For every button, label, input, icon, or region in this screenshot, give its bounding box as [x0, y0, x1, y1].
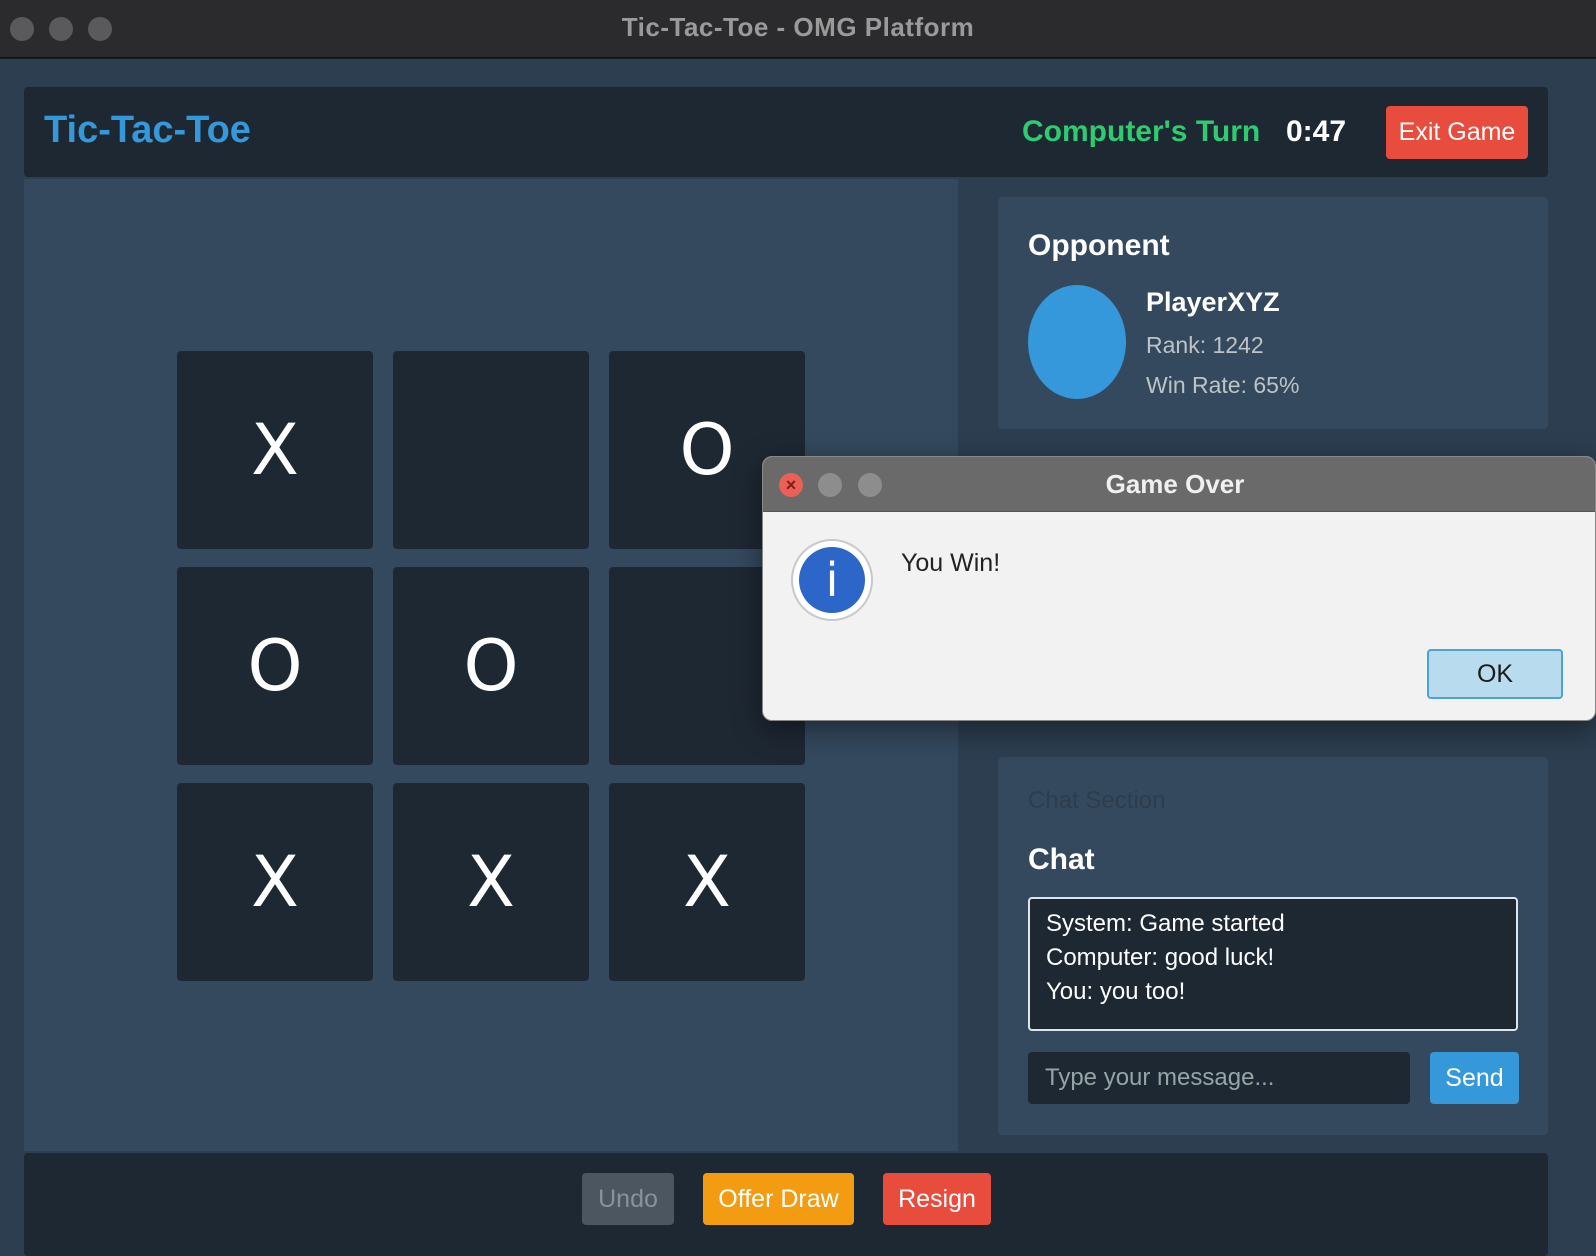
- opponent-name: PlayerXYZ: [1146, 287, 1280, 317]
- opponent-heading: Opponent: [1028, 229, 1170, 262]
- offer-draw-button[interactable]: Offer Draw: [703, 1173, 854, 1225]
- ok-button[interactable]: OK: [1427, 649, 1563, 699]
- chat-panel: Chat Section Chat System: Game started C…: [998, 757, 1548, 1135]
- turn-timer: 0:47: [1286, 115, 1347, 148]
- chat-message: Computer: good luck!: [1046, 944, 1275, 971]
- send-button[interactable]: Send: [1430, 1052, 1519, 1104]
- chat-section-label: Chat Section: [1028, 787, 1166, 814]
- opponent-avatar: [1028, 285, 1126, 399]
- resign-button[interactable]: Resign: [883, 1173, 991, 1225]
- chat-message: System: Game started: [1046, 910, 1285, 937]
- game-header: Tic-Tac-Toe Computer's Turn 0:47 Exit Ga…: [24, 87, 1548, 177]
- window-title: Tic-Tac-Toe - OMG Platform: [621, 12, 975, 42]
- board-cell[interactable]: X: [393, 783, 589, 981]
- info-icon: i: [791, 539, 873, 621]
- board-cell[interactable]: O: [177, 567, 373, 765]
- opponent-panel: Opponent PlayerXYZ Rank: 1242 Win Rate: …: [998, 197, 1548, 429]
- chat-message-input[interactable]: [1028, 1052, 1410, 1104]
- board-cell[interactable]: O: [393, 567, 589, 765]
- game-title: Tic-Tac-Toe: [44, 109, 251, 151]
- undo-button[interactable]: Undo: [582, 1173, 674, 1225]
- game-over-dialog: × Game Over i You Win! OK: [762, 456, 1596, 721]
- info-icon-glyph: i: [799, 547, 865, 613]
- opponent-win-rate: Win Rate: 65%: [1146, 372, 1300, 398]
- chat-message: You: you too!: [1046, 978, 1186, 1005]
- chat-heading: Chat: [1028, 843, 1095, 876]
- exit-game-button[interactable]: Exit Game: [1386, 106, 1528, 159]
- chat-log[interactable]: System: Game started Computer: good luck…: [1028, 897, 1518, 1031]
- board-cell[interactable]: X: [177, 783, 373, 981]
- game-controls-bar: Undo Offer Draw Resign: [24, 1153, 1548, 1256]
- dialog-title: Game Over: [1105, 469, 1245, 499]
- turn-status: Computer's Turn: [1022, 115, 1261, 148]
- window-titlebar: Tic-Tac-Toe - OMG Platform: [0, 0, 1596, 58]
- dialog-message: You Win!: [901, 549, 1001, 577]
- opponent-rank: Rank: 1242: [1146, 332, 1264, 358]
- board-cell[interactable]: [393, 351, 589, 549]
- board-cell[interactable]: X: [609, 783, 805, 981]
- dialog-titlebar: × Game Over: [763, 457, 1595, 512]
- board-cell[interactable]: X: [177, 351, 373, 549]
